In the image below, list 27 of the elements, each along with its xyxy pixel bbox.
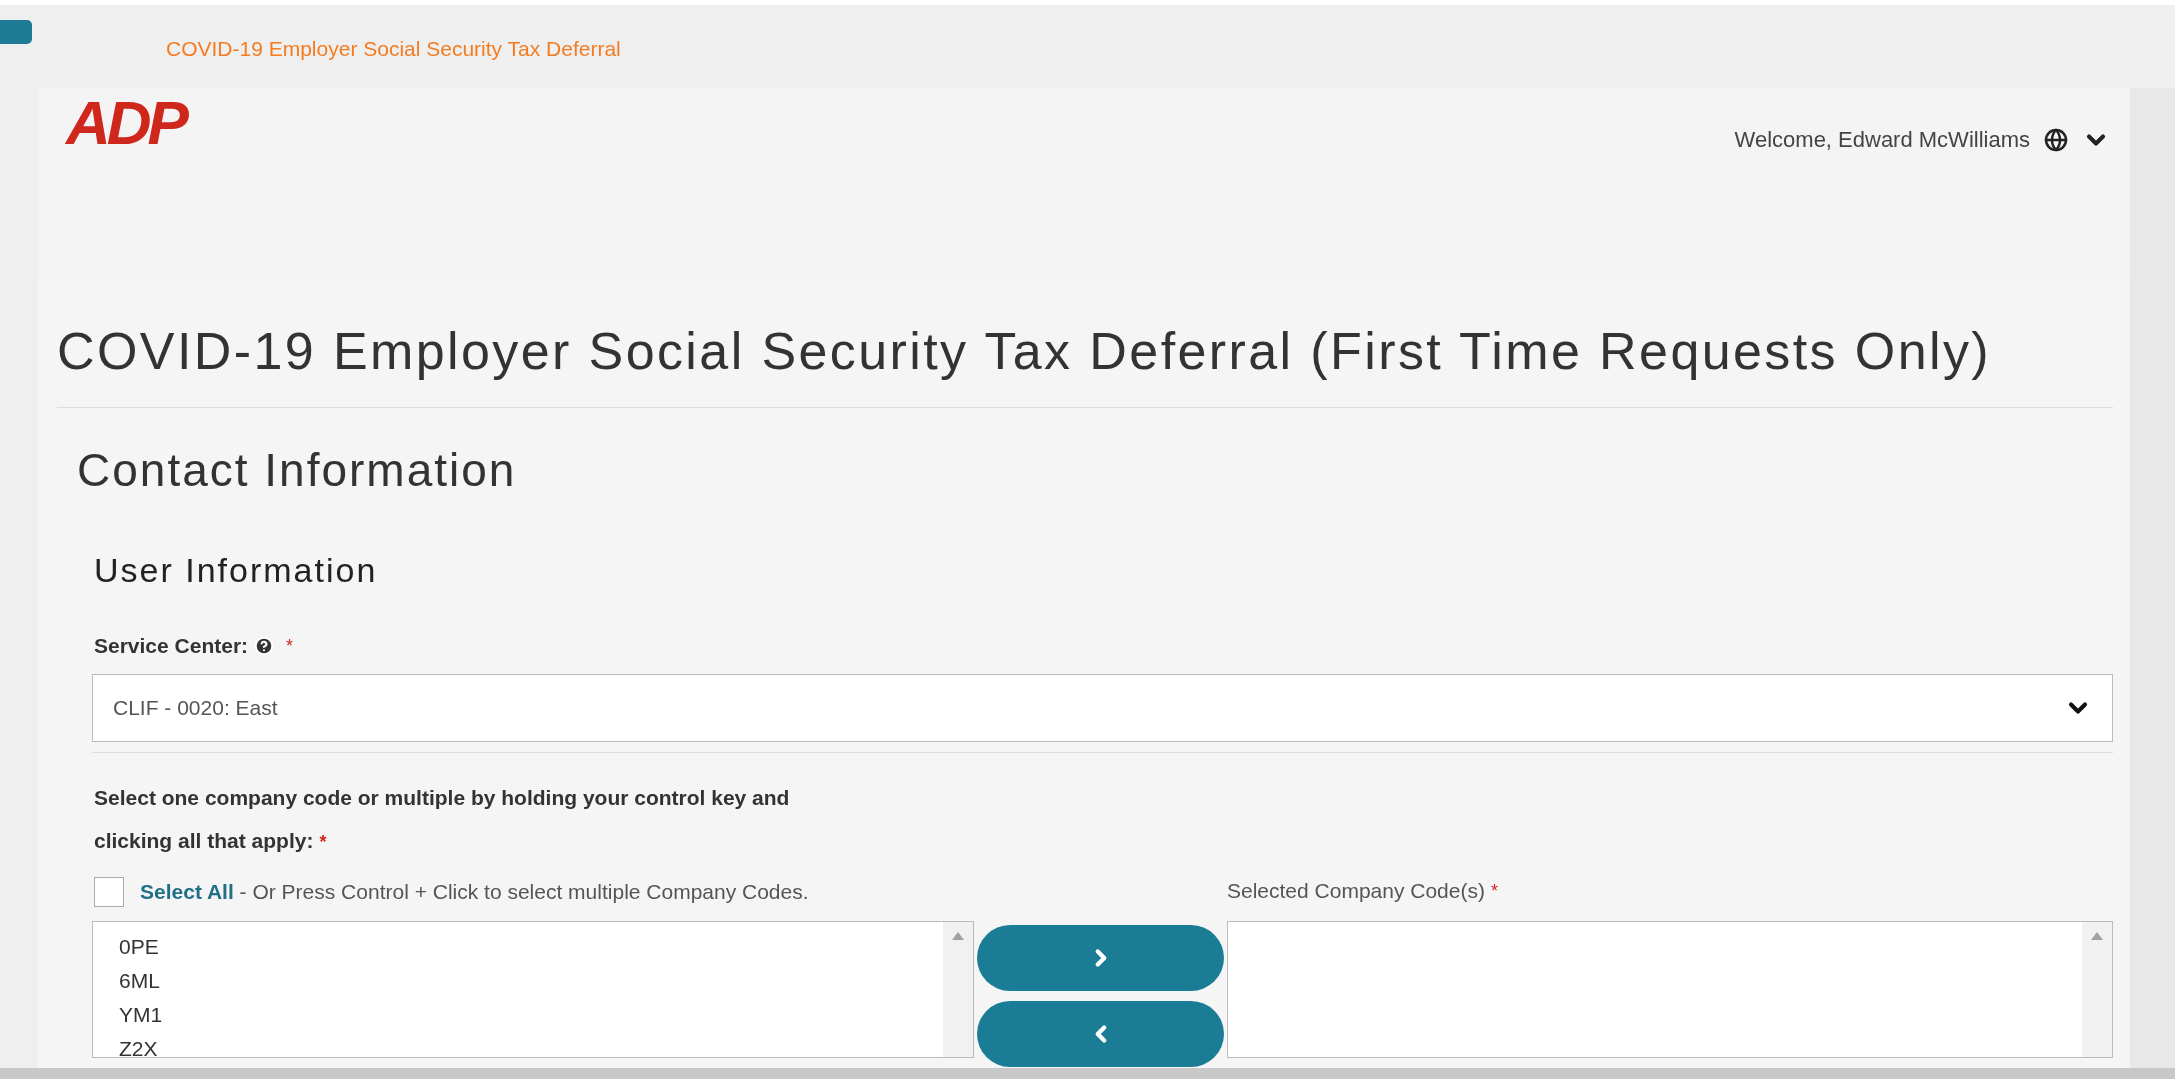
scroll-up-icon[interactable] (2091, 932, 2103, 940)
select-all-checkbox[interactable] (94, 877, 124, 907)
field-label: Service Center: (94, 634, 249, 658)
company-code-list[interactable]: 0PE 6ML YM1 Z2X (92, 921, 974, 1058)
scroll-up-icon[interactable] (952, 932, 964, 940)
add-button[interactable] (977, 925, 1224, 991)
page-title: COVID-19 Employer Social Security Tax Deferral (First Time Requests Only) (57, 319, 2113, 408)
globe-icon[interactable] (2044, 128, 2068, 152)
help-icon[interactable] (254, 636, 275, 656)
list-item[interactable]: YM1 (93, 998, 943, 1032)
logo: ADP (66, 92, 185, 154)
required-mark: * (1490, 880, 1498, 902)
list-item[interactable]: Z2X (93, 1032, 943, 1057)
list-item[interactable]: 6ML (93, 964, 943, 998)
welcome-text: Welcome, Edward McWilliams (1734, 127, 2030, 153)
list-item[interactable]: 0PE (93, 930, 943, 964)
section-title: Contact Information (77, 443, 518, 498)
instruction-text: Select one company code or multiple by holding your control key and clicking all that apply: * (94, 786, 790, 852)
tab-marker[interactable] (0, 20, 32, 44)
scrollbar[interactable] (0, 1068, 2175, 1079)
required-mark: * (286, 635, 294, 657)
select-all-hint: Select All - Or Press Control + Click to select multiple Company Codes. (140, 880, 809, 904)
select-all-link[interactable]: Select All (140, 880, 234, 903)
subsection-title: User Information (94, 550, 379, 591)
field-label: Selected Company Code(s) (1227, 879, 1485, 903)
service-center-select[interactable]: CLIF - 0020: East (92, 674, 2113, 742)
remove-button[interactable] (977, 1001, 1224, 1067)
